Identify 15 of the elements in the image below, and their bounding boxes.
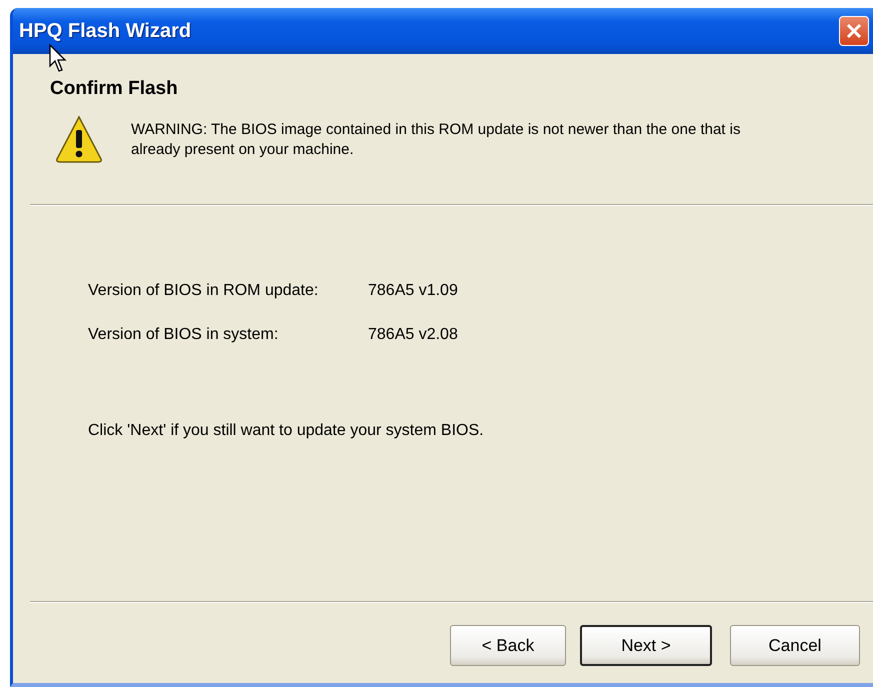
- wizard-button[interactable]: < Back: [450, 625, 566, 666]
- version-value: 786A5 v2.08: [368, 326, 459, 344]
- window-title: HPQ Flash Wizard: [19, 20, 192, 42]
- wizard-button[interactable]: Cancel: [730, 625, 860, 666]
- wizard-button[interactable]: Next >: [580, 625, 712, 666]
- close-button[interactable]: [839, 16, 869, 46]
- warning-icon: [55, 114, 103, 164]
- mouse-cursor-icon: [49, 44, 69, 74]
- warning-message: WARNING: The BIOS image contained in this ROM update is not newer than the one that is already present on your machine.: [131, 120, 742, 160]
- instruction-text: Click 'Next' if you still want to update your system BIOS.: [88, 422, 485, 440]
- close-icon: [844, 21, 864, 41]
- version-label: Version of BIOS in ROM update:: [88, 282, 320, 300]
- page-heading: Confirm Flash: [50, 78, 179, 100]
- version-label: Version of BIOS in system:: [88, 326, 280, 344]
- version-value: 786A5 v1.09: [368, 282, 459, 300]
